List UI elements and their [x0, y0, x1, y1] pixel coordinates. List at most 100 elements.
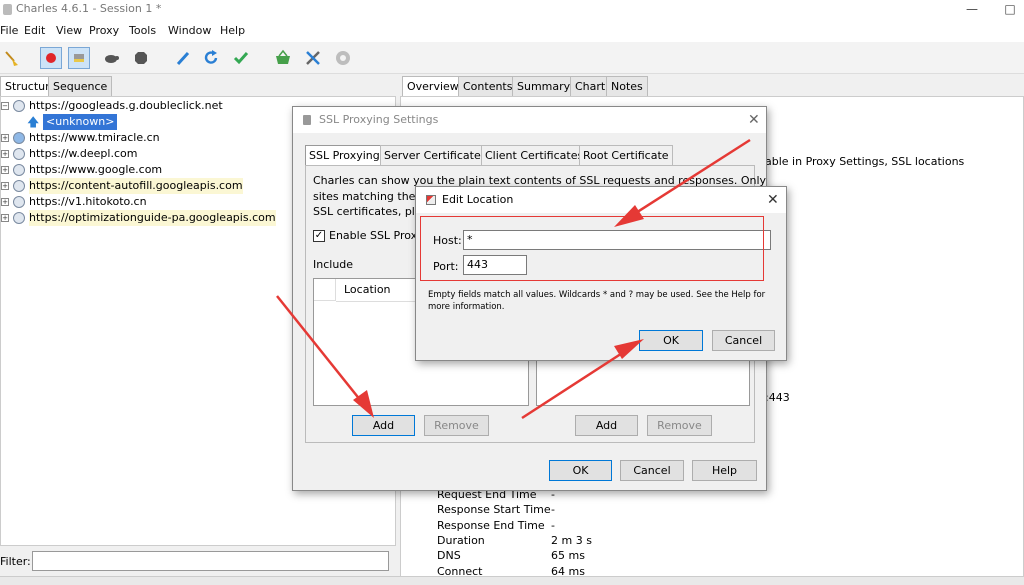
- menu-file[interactable]: File: [0, 20, 18, 42]
- status-bar: [0, 576, 1024, 585]
- tree-item[interactable]: + https://v1.hitokoto.cn: [1, 194, 301, 210]
- globe-icon: [13, 164, 25, 176]
- shield-icon: [303, 115, 311, 125]
- globe-icon: [13, 148, 25, 160]
- turtle-icon[interactable]: [100, 47, 122, 69]
- tab-root-certificate[interactable]: Root Certificate: [579, 145, 673, 165]
- toolbar: [0, 42, 1024, 74]
- throttle-icon[interactable]: [68, 47, 90, 69]
- location-column-header[interactable]: Location: [344, 283, 391, 296]
- left-tabs: Structure Sequence: [0, 76, 396, 96]
- edit-ok-button[interactable]: OK: [639, 330, 703, 351]
- menu-window[interactable]: Window: [168, 20, 211, 42]
- ssl-cancel-button[interactable]: Cancel: [620, 460, 684, 481]
- basket-icon[interactable]: [272, 47, 294, 69]
- menu-help[interactable]: Help: [220, 20, 245, 42]
- app-icon: [3, 4, 12, 15]
- overview-key: DNS: [437, 549, 461, 562]
- tab-sequence[interactable]: Sequence: [48, 76, 113, 96]
- ssl-description: sites matching the lo: [313, 190, 429, 203]
- gear-icon[interactable]: [332, 47, 354, 69]
- overview-key: Response End Time: [437, 519, 545, 532]
- overview-key: Duration: [437, 534, 485, 547]
- filter-input[interactable]: [32, 551, 389, 571]
- exclude-remove-button[interactable]: Remove: [647, 415, 712, 436]
- collapse-icon[interactable]: −: [1, 102, 9, 110]
- close-icon[interactable]: ✕: [767, 187, 779, 213]
- ssl-dialog-title: SSL Proxying Settings: [319, 113, 439, 126]
- globe-icon: [13, 180, 25, 192]
- tools-icon[interactable]: [302, 47, 324, 69]
- tree-item-child[interactable]: 🡅 <unknown>: [27, 114, 147, 130]
- tab-notes[interactable]: Notes: [606, 76, 648, 96]
- include-remove-button[interactable]: Remove: [424, 415, 489, 436]
- close-icon[interactable]: ✕: [748, 107, 760, 133]
- refresh-icon[interactable]: [200, 47, 222, 69]
- tab-summary[interactable]: Summary: [512, 76, 576, 96]
- ssl-tabs: SSL Proxying Server Certificates Client …: [305, 145, 755, 165]
- enable-ssl-label: Enable SSL Proxyi: [329, 229, 427, 242]
- include-label: Include: [313, 258, 354, 271]
- overview-value: 65 ms: [551, 549, 585, 562]
- record-icon[interactable]: [40, 47, 62, 69]
- check-icon[interactable]: [230, 47, 252, 69]
- menu-tools[interactable]: Tools: [129, 20, 156, 42]
- expand-icon[interactable]: +: [1, 150, 9, 158]
- tree-item[interactable]: + https://w.deepl.com: [1, 146, 301, 162]
- edit-help-note: Empty fields match all values. Wildcards…: [428, 290, 766, 300]
- edit-dialog-icon: [426, 195, 436, 205]
- tab-client-certificates[interactable]: Client Certificates: [481, 145, 588, 165]
- edit-cancel-button[interactable]: Cancel: [712, 330, 775, 351]
- globe-icon: [13, 212, 25, 224]
- tab-chart[interactable]: Chart: [570, 76, 611, 96]
- expand-icon[interactable]: +: [1, 166, 9, 174]
- pen-icon[interactable]: [172, 47, 194, 69]
- ssl-help-button[interactable]: Help: [692, 460, 757, 481]
- tab-overview[interactable]: Overview: [402, 76, 464, 96]
- right-tabs: Overview Contents Summary Chart Notes: [400, 76, 1024, 96]
- overview-text-fragment: able in Proxy Settings, SSL locations: [765, 155, 965, 168]
- expand-icon[interactable]: +: [1, 182, 9, 190]
- overview-value: -: [551, 503, 555, 516]
- ssl-dialog-header: SSL Proxying Settings ✕: [293, 107, 766, 133]
- tree-item[interactable]: + https://www.tmiracle.cn: [1, 130, 301, 146]
- filter-bar: Filter:: [0, 548, 396, 574]
- ssl-description: SSL certificates, plea: [313, 205, 429, 218]
- globe-icon: [13, 132, 25, 144]
- edit-help-note: more information.: [428, 302, 505, 312]
- tree-item[interactable]: + https://optimizationguide-pa.googleapis…: [1, 210, 301, 226]
- expand-icon[interactable]: +: [1, 134, 9, 142]
- maximize-button[interactable]: □: [1000, 0, 1020, 18]
- tab-contents[interactable]: Contents: [458, 76, 518, 96]
- tab-ssl-proxying[interactable]: SSL Proxying: [305, 145, 384, 165]
- list-row-marker: [314, 279, 336, 301]
- menu-view[interactable]: View: [56, 20, 82, 42]
- title-bar: Charles 4.6.1 - Session 1 * — □: [0, 0, 1024, 20]
- menu-edit[interactable]: Edit: [24, 20, 45, 42]
- globe-icon: [13, 196, 25, 208]
- enable-ssl-checkbox[interactable]: ✓: [313, 230, 325, 242]
- tree-item[interactable]: − https://googleads.g.doubleclick.net: [1, 98, 301, 114]
- tab-server-certificates[interactable]: Server Certificates: [380, 145, 491, 165]
- window-title: Charles 4.6.1 - Session 1 *: [16, 2, 162, 15]
- overview-port-fragment: :443: [765, 391, 790, 404]
- menu-proxy[interactable]: Proxy: [89, 20, 119, 42]
- annotation-box: [420, 216, 764, 281]
- tree-item[interactable]: + https://www.google.com: [1, 162, 301, 178]
- arrow-up-icon: 🡅: [27, 115, 40, 129]
- ssl-ok-button[interactable]: OK: [549, 460, 612, 481]
- tree-item[interactable]: + https://content-autofill.googleapis.com: [1, 178, 301, 194]
- stop-icon[interactable]: [130, 47, 152, 69]
- filter-label: Filter:: [0, 555, 31, 568]
- expand-icon[interactable]: +: [1, 198, 9, 206]
- overview-key: Response Start Time: [437, 503, 551, 516]
- broom-icon[interactable]: [0, 47, 22, 69]
- edit-dialog-header: Edit Location ✕: [416, 187, 786, 213]
- include-add-button[interactable]: Add: [352, 415, 415, 436]
- minimize-button[interactable]: —: [962, 0, 982, 18]
- overview-value: 2 m 3 s: [551, 534, 592, 547]
- exclude-add-button[interactable]: Add: [575, 415, 638, 436]
- menu-bar: File Edit View Proxy Tools Window Help: [0, 20, 1024, 42]
- expand-icon[interactable]: +: [1, 214, 9, 222]
- edit-dialog-title: Edit Location: [442, 193, 514, 206]
